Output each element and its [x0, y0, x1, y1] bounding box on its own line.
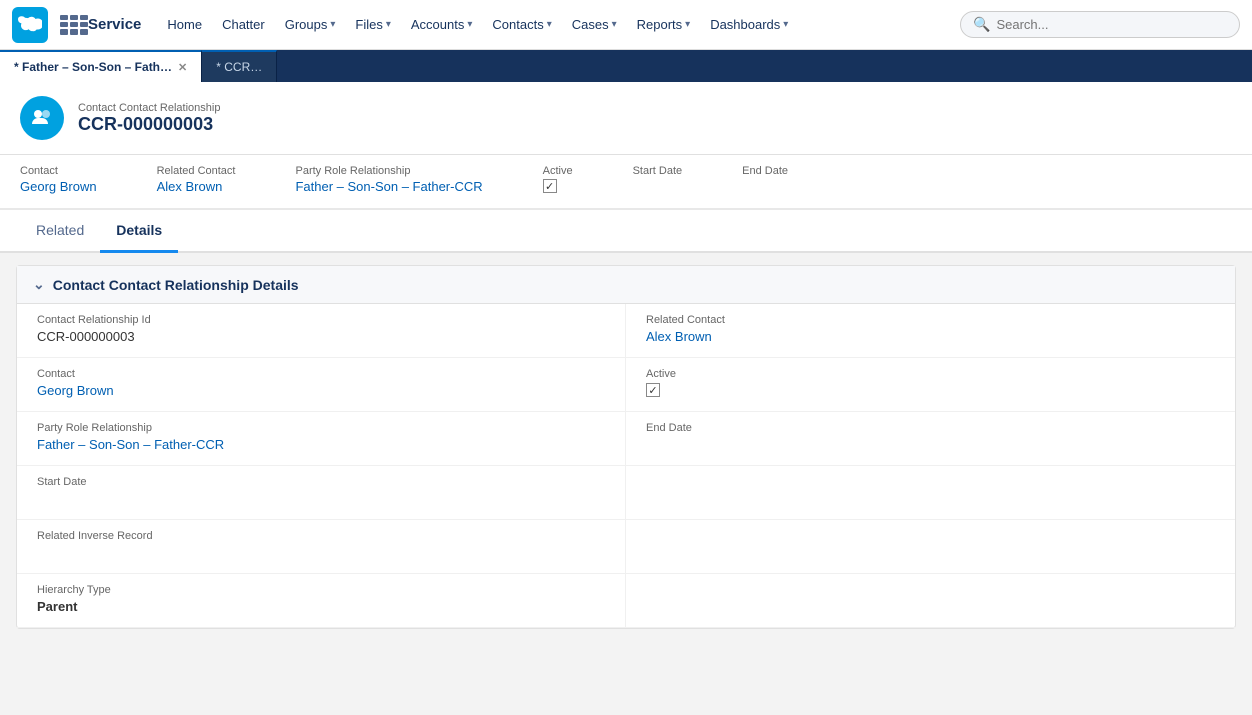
field-label-hierarchy-type: Hierarchy Type	[37, 584, 605, 596]
nav-reports-chevron: ▾	[685, 19, 690, 30]
summary-related-contact-value[interactable]: Alex Brown	[157, 179, 223, 194]
field-contact-relationship-id: Contact Relationship Id CCR-000000003 ✎	[17, 304, 626, 358]
field-hierarchy-type: Hierarchy Type Parent ✎	[17, 574, 626, 628]
field-label-contact: Contact	[37, 368, 605, 380]
field-party-role: Party Role Relationship Father – Son-Son…	[17, 412, 626, 466]
tab-details[interactable]: Details	[100, 210, 178, 253]
summary-active-checkbox: ✓	[543, 179, 557, 193]
summary-party-role-value[interactable]: Father – Son-Son – Father-CCR	[295, 179, 482, 194]
field-start-date-right	[626, 466, 1235, 520]
field-contact: Contact Georg Brown ✎	[17, 358, 626, 412]
field-value-hierarchy-type: Parent	[37, 599, 605, 617]
field-label-related-contact: Related Contact	[646, 314, 1215, 326]
nav-contacts[interactable]: Contacts ▾	[482, 0, 561, 49]
nav-accounts[interactable]: Accounts ▾	[401, 0, 483, 49]
nav-cases[interactable]: Cases ▾	[562, 0, 627, 49]
field-value-start-date-right	[646, 476, 1215, 494]
contact-link[interactable]: Georg Brown	[37, 383, 114, 398]
field-end-date: End Date ✎	[626, 412, 1235, 466]
record-id: CCR-000000003	[78, 114, 220, 135]
field-value-related-inverse	[37, 545, 605, 563]
detail-section: ⌄ Contact Contact Relationship Details C…	[16, 265, 1236, 629]
nav-home[interactable]: Home	[157, 0, 212, 49]
field-hierarchy-right	[626, 574, 1235, 628]
nav-groups-chevron: ▾	[330, 19, 335, 30]
nav-reports[interactable]: Reports ▾	[627, 0, 701, 49]
field-value-party-role: Father – Son-Son – Father-CCR	[37, 437, 605, 455]
summary-related-contact: Related Contact Alex Brown	[157, 165, 236, 194]
field-label-start-date: Start Date	[37, 476, 605, 488]
summary-contact-value[interactable]: Georg Brown	[20, 179, 97, 194]
nav-files[interactable]: Files ▾	[345, 0, 400, 49]
related-contact-link[interactable]: Alex Brown	[646, 329, 712, 344]
summary-start-date: Start Date	[633, 165, 683, 194]
app-name: Service	[88, 16, 141, 33]
field-value-contact: Georg Brown	[37, 383, 605, 401]
field-active: Active ✓ ✎	[626, 358, 1235, 412]
field-value-end-date	[646, 437, 1215, 455]
field-value-start-date	[37, 491, 605, 509]
nav-dashboards-chevron: ▾	[783, 19, 788, 30]
field-value-related-inverse-right	[646, 530, 1215, 548]
summary-party-role: Party Role Relationship Father – Son-Son…	[295, 165, 482, 194]
collapse-icon[interactable]: ⌄	[33, 276, 45, 293]
summary-related-contact-label: Related Contact	[157, 165, 236, 177]
section-header: ⌄ Contact Contact Relationship Details	[17, 266, 1235, 304]
search-input[interactable]	[996, 17, 1227, 32]
field-label-active: Active	[646, 368, 1215, 380]
summary-end-date: End Date	[742, 165, 788, 194]
tab-related[interactable]: Related	[20, 210, 100, 253]
main-content: Related Details ⌄ Contact Contact Relati…	[0, 210, 1252, 629]
top-nav: Service Home Chatter Groups ▾ Files ▾ Ac…	[0, 0, 1252, 50]
fields-grid: Contact Relationship Id CCR-000000003 ✎ …	[17, 304, 1235, 628]
nav-dashboards[interactable]: Dashboards ▾	[700, 0, 798, 49]
summary-party-role-label: Party Role Relationship	[295, 165, 482, 177]
party-role-link[interactable]: Father – Son-Son – Father-CCR	[37, 437, 224, 452]
summary-end-date-label: End Date	[742, 165, 788, 177]
nav-contacts-chevron: ▾	[547, 19, 552, 30]
field-start-date: Start Date ✎	[17, 466, 626, 520]
record-header: Contact Contact Relationship CCR-0000000…	[0, 82, 1252, 155]
field-value-hierarchy-right	[646, 584, 1215, 602]
search-bar: 🔍	[960, 11, 1240, 38]
summary-start-date-label: Start Date	[633, 165, 683, 177]
summary-contact-label: Contact	[20, 165, 97, 177]
record-type-label: Contact Contact Relationship	[78, 102, 220, 114]
tab-father-son[interactable]: * Father – Son-Son – Fath… ✕	[0, 50, 202, 82]
field-label-related-inverse: Related Inverse Record	[37, 530, 605, 542]
field-label-end-date: End Date	[646, 422, 1215, 434]
summary-active-label: Active	[543, 165, 573, 177]
detail-tabs: Related Details	[0, 210, 1252, 253]
summary-active: Active ✓	[543, 165, 573, 194]
field-related-inverse: Related Inverse Record ✎	[17, 520, 626, 574]
record-summary: Contact Georg Brown Related Contact Alex…	[0, 155, 1252, 210]
tab-bar: * Father – Son-Son – Fath… ✕ * CCR…	[0, 50, 1252, 82]
tab-close-icon[interactable]: ✕	[178, 61, 187, 74]
record-type-icon	[20, 96, 64, 140]
active-checkbox: ✓	[646, 383, 660, 397]
summary-contact: Contact Georg Brown	[20, 165, 97, 194]
salesforce-logo[interactable]	[12, 7, 48, 43]
field-value-crm-id: CCR-000000003	[37, 329, 605, 347]
field-label-crm-id: Contact Relationship Id	[37, 314, 605, 326]
apps-grid-icon[interactable]	[56, 11, 84, 39]
nav-items: Home Chatter Groups ▾ Files ▾ Accounts ▾…	[157, 0, 960, 49]
search-icon: 🔍	[973, 16, 990, 33]
nav-files-chevron: ▾	[386, 19, 391, 30]
section-title: Contact Contact Relationship Details	[53, 277, 299, 293]
field-related-inverse-right	[626, 520, 1235, 574]
nav-accounts-chevron: ▾	[467, 19, 472, 30]
tab-ccr[interactable]: * CCR…	[202, 50, 277, 82]
field-label-party-role: Party Role Relationship	[37, 422, 605, 434]
nav-groups[interactable]: Groups ▾	[275, 0, 346, 49]
nav-chatter[interactable]: Chatter	[212, 0, 275, 49]
field-related-contact: Related Contact Alex Brown ✎	[626, 304, 1235, 358]
nav-cases-chevron: ▾	[612, 19, 617, 30]
field-value-related-contact: Alex Brown	[646, 329, 1215, 347]
field-value-active: ✓	[646, 383, 1215, 401]
record-header-text: Contact Contact Relationship CCR-0000000…	[78, 102, 220, 135]
